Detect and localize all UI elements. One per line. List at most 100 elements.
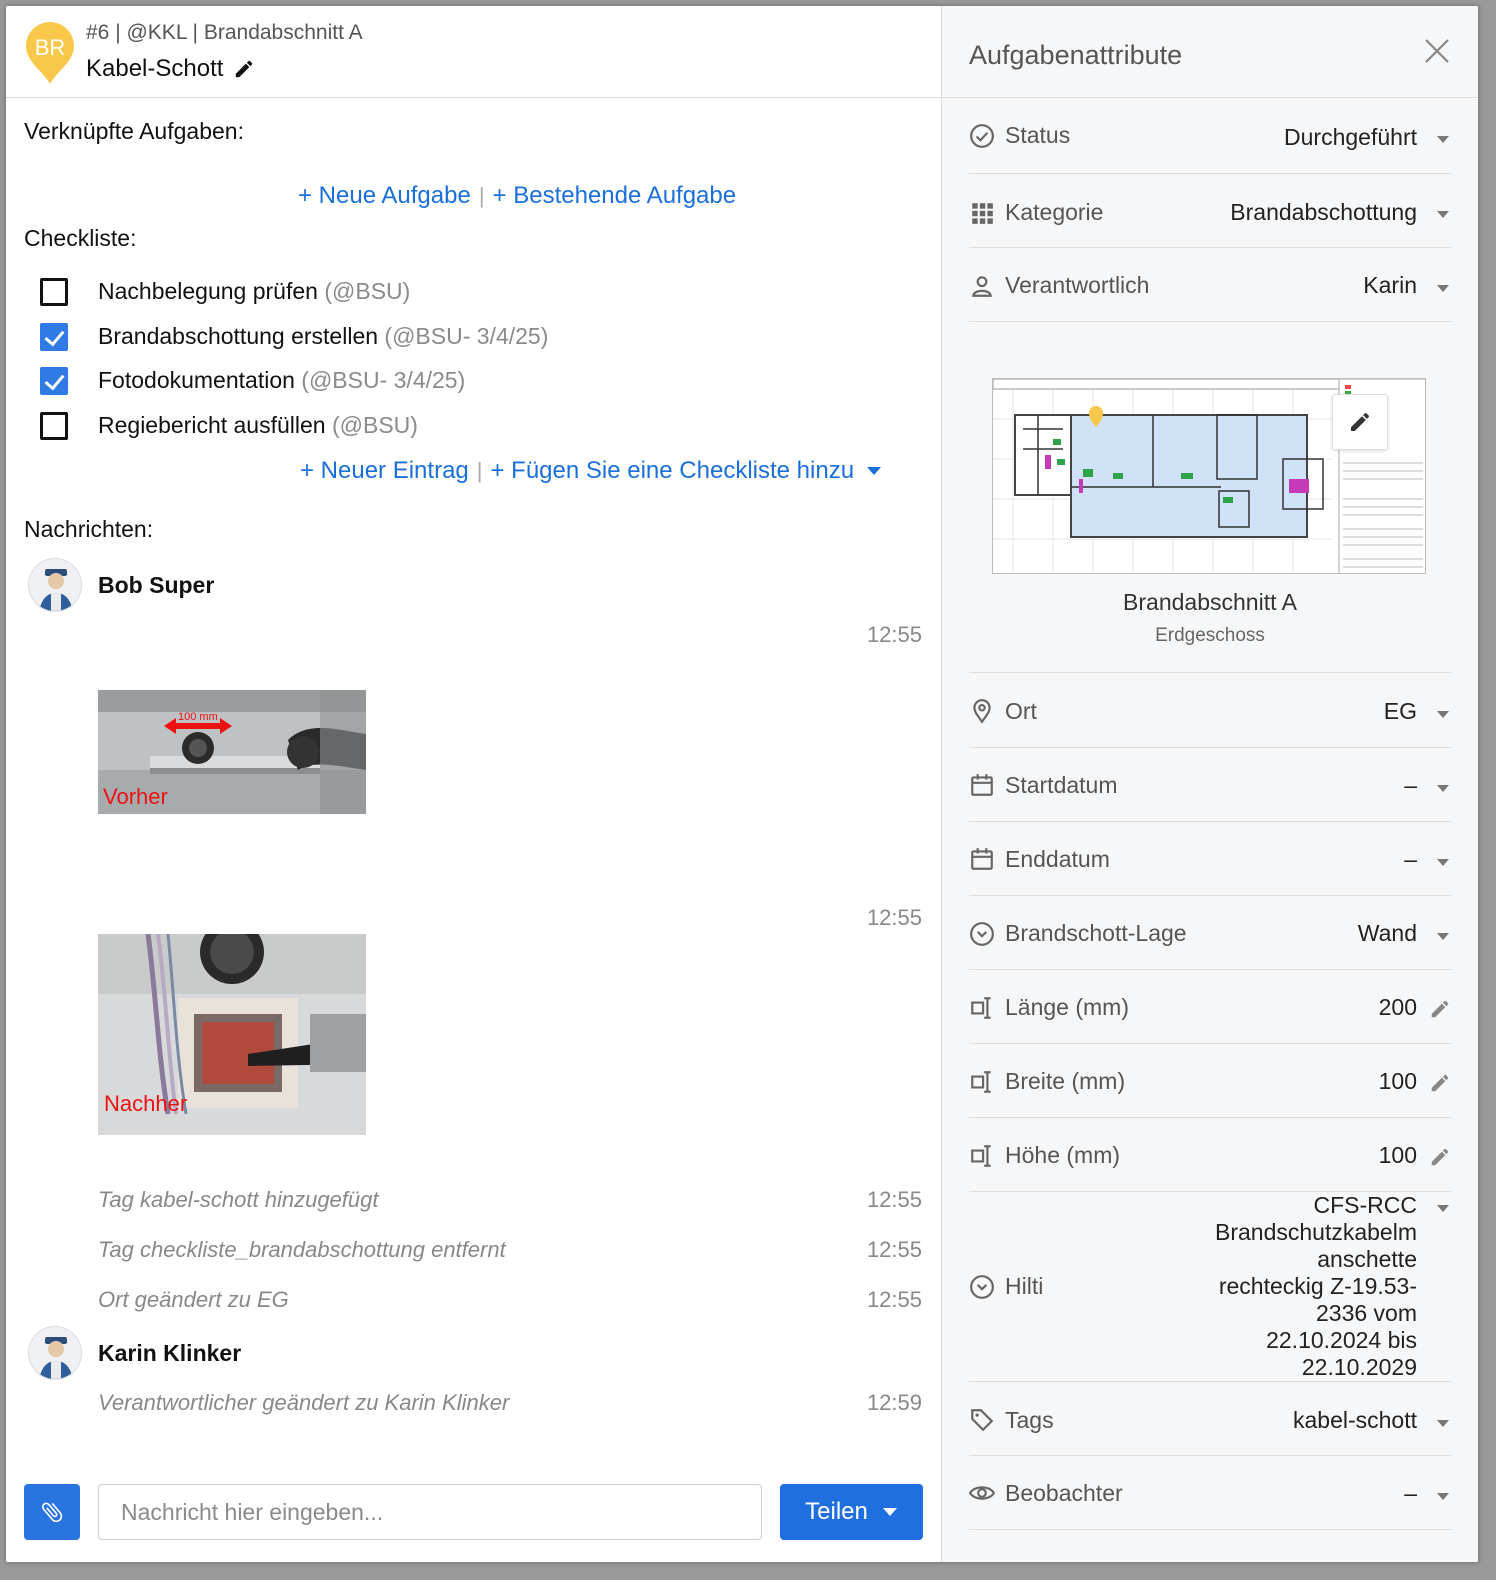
message-time: 12:55 [866,1187,922,1212]
pencil-icon[interactable] [1429,1072,1451,1094]
attr-height[interactable]: Höhe (mm) 100 [969,1118,1451,1192]
caret-down-icon[interactable] [866,466,882,476]
attributes-panel: Aufgabenattribute Status Durchgeführt Ka… [941,6,1478,1562]
chevron-down-icon [1437,136,1449,143]
chevron-down-icon [1437,1493,1449,1500]
checklist-checkbox-3[interactable] [40,367,68,395]
svg-text:Vorher: Vorher [103,784,168,809]
attr-barrier-position[interactable]: Brandschott-Lage Wand [969,896,1451,970]
new-task-link[interactable]: + Neue Aufgabe [298,182,471,210]
pencil-icon[interactable] [1429,998,1451,1020]
attr-responsible[interactable]: Verantwortlich Karin [969,248,1451,322]
photo-after[interactable]: Nachher [98,934,366,1135]
message-time: 12:55 [866,1287,922,1312]
attr-value: EG [1383,698,1417,724]
checklist-item-1[interactable]: Nachbelegung prüfen (@BSU) [98,278,410,305]
measure-icon [971,1071,991,1093]
pencil-icon[interactable] [1429,1146,1451,1168]
checklist-checkbox-4[interactable] [40,412,68,440]
message-input[interactable] [98,1484,762,1540]
attr-label: Tags [1005,1407,1054,1433]
attr-value: 200 [1378,994,1417,1020]
checklist-actions: + Neuer Eintrag | + Fügen Sie eine Check… [300,457,882,485]
chevron-down-icon [1437,785,1449,792]
add-checklist-link[interactable]: + Fügen Sie eine Checkliste hinzu [490,457,854,485]
attr-value: CFS-RCC Brandschutzkabelm anschette rech… [1215,1192,1417,1381]
attr-label: Breite (mm) [1005,1068,1126,1094]
hilti-line: rechteckig Z-19.53- [1218,1273,1417,1299]
attr-label: Beobachter [1005,1480,1123,1506]
attr-location[interactable]: Ort EG [969,673,1451,748]
checklist-label: Checkliste: [24,225,137,251]
attr-value: – [1404,772,1417,798]
checklist-item-meta: (@BSU- 3/4/25) [384,323,549,349]
attr-end-date[interactable]: Enddatum – [969,822,1451,896]
attr-hilti[interactable]: Hilti CFS-RCC Brandschutzkabelm anschett… [969,1192,1451,1382]
tag-icon [971,1409,994,1432]
attr-category[interactable]: Kategorie Brandabschottung [969,174,1451,248]
attr-label: Enddatum [1005,846,1110,872]
attr-value: Durchgeführt [1284,124,1417,150]
attr-tags[interactable]: Tags kabel-schott [969,1382,1451,1456]
checklist-item-text: Brandabschottung erstellen [98,323,379,349]
avatar [28,558,82,612]
checklist-checkbox-2[interactable] [40,323,68,351]
attr-label: Verantwortlich [1005,272,1150,298]
message-time: 12:55 [866,1237,922,1262]
location-pin-icon: BR [26,22,74,84]
attr-value: kabel-schott [1292,1407,1417,1433]
photo-before-image: 100 mm Vorher [98,690,366,814]
eye-icon [969,1486,995,1500]
checklist-item-3[interactable]: Fotodokumentation (@BSU- 3/4/25) [98,367,465,394]
hilti-line: Brandschutzkabelm [1215,1219,1417,1245]
chevron-down-icon [1437,859,1449,866]
chevron-down-icon [1437,1205,1449,1212]
pencil-icon[interactable] [233,58,255,80]
paperclip-icon [41,1502,63,1523]
attr-label: Ort [1005,698,1037,724]
attr-status[interactable]: Status Durchgeführt [969,98,1451,174]
close-icon[interactable] [1422,36,1452,66]
checklist-item-meta: (@BSU) [331,412,418,438]
checklist-item-2[interactable]: Brandabschottung erstellen (@BSU- 3/4/25… [98,323,548,350]
system-event: Verantwortlicher geändert zu Karin Klink… [98,1390,510,1415]
attr-label: Brandschott-Lage [1005,920,1187,946]
edit-plan-button[interactable] [1332,394,1388,450]
system-event: Tag kabel-schott hinzugefügt [98,1187,379,1212]
user-avatar-icon [39,569,73,611]
attr-value: 100 [1378,1142,1417,1168]
message-author: Bob Super [98,572,215,598]
checklist-checkbox-1[interactable] [40,278,68,306]
attr-start-date[interactable]: Startdatum – [969,748,1451,822]
hilti-line: anschette [1317,1246,1417,1272]
linked-tasks-label: Verknüpfte Aufgaben: [24,118,244,144]
attr-value: Brandabschottung [1230,199,1417,225]
existing-task-link[interactable]: + Bestehende Aufgabe [493,182,737,210]
pencil-icon [1351,412,1370,431]
checklist-item-meta: (@BSU- 3/4/25) [301,367,466,393]
message-time: 12:59 [866,1390,922,1415]
task-dialog: BR #6 | @KKL | Brandabschnitt A Kabel-Sc… [6,6,1478,1562]
chevron-circle-icon [970,1275,994,1299]
share-button[interactable]: Teilen [780,1484,923,1540]
attr-length[interactable]: Länge (mm) 200 [969,970,1451,1044]
attach-button[interactable] [24,1484,80,1540]
attr-label: Startdatum [1005,772,1118,798]
user-icon [972,276,992,297]
attr-observers[interactable]: Beobachter – [969,1456,1451,1530]
linked-tasks-actions: + Neue Aufgabe | + Bestehende Aufgabe [298,182,736,210]
divider [969,602,1451,673]
task-title[interactable]: Kabel-Schott [86,55,255,83]
photo-before[interactable]: 100 mm Vorher [98,690,366,814]
chevron-down-icon [1437,711,1449,718]
avatar [28,1326,82,1380]
measure-icon [971,997,991,1019]
share-button-label: Teilen [805,1498,868,1525]
checklist-item-text: Fotodokumentation [98,367,295,393]
attr-width[interactable]: Breite (mm) 100 [969,1044,1451,1118]
calendar-icon [971,774,993,796]
hilti-line: CFS-RCC [1313,1192,1418,1218]
checklist-item-4[interactable]: Regiebericht ausfüllen (@BSU) [98,412,418,439]
chevron-down-icon [1437,933,1449,940]
new-entry-link[interactable]: + Neuer Eintrag [300,457,469,485]
